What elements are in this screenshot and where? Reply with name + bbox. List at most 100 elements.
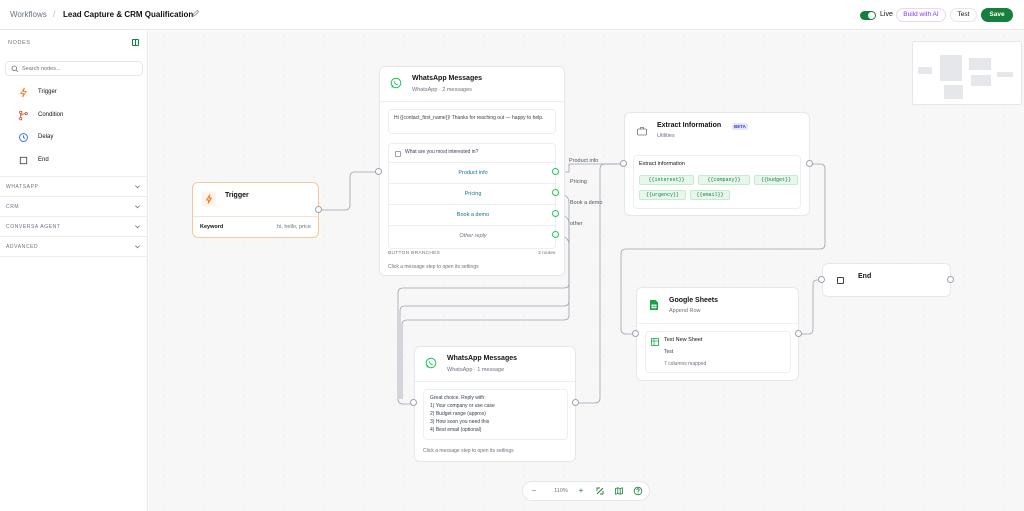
whatsapp2-input-port[interactable] bbox=[410, 399, 417, 406]
build-with-ai-button[interactable]: Build with AI bbox=[896, 8, 946, 22]
section-label: ADVANCED bbox=[6, 244, 39, 250]
option-port-book-demo[interactable] bbox=[552, 210, 559, 217]
chevron-down-icon bbox=[135, 205, 140, 209]
end-output-port[interactable] bbox=[947, 276, 954, 283]
sheets-input-port[interactable] bbox=[632, 330, 639, 337]
whatsapp-icon bbox=[390, 77, 402, 89]
message-step[interactable]: Great choice. Reply with: 1) Your compan… bbox=[423, 389, 568, 440]
live-label: Live bbox=[880, 11, 893, 18]
node-subtitle: Utilities bbox=[657, 133, 675, 139]
help-icon[interactable] bbox=[633, 486, 643, 496]
node-title: End bbox=[858, 273, 872, 280]
zoom-in-button[interactable]: + bbox=[576, 486, 586, 496]
option-pricing[interactable]: Pricing bbox=[389, 183, 557, 204]
workflow-canvas[interactable]: Product info Pricing Book a demo other T… bbox=[149, 31, 1024, 511]
workflow-title[interactable]: Lead Capture & CRM Qualification bbox=[63, 10, 193, 19]
node-title: Extract Information bbox=[657, 122, 722, 129]
extract-step[interactable]: Extract information {{interest}} {{compa… bbox=[633, 155, 801, 209]
save-button[interactable]: Save bbox=[981, 8, 1013, 22]
test-button[interactable]: Test bbox=[950, 8, 977, 22]
edge-label-book-demo: Book a demo bbox=[570, 200, 603, 206]
divider bbox=[415, 381, 575, 382]
live-toggle[interactable] bbox=[860, 11, 876, 20]
end-node[interactable]: End bbox=[822, 263, 951, 297]
top-bar: Workflows / Lead Capture & CRM Qualifica… bbox=[0, 0, 1024, 30]
whatsapp-messages-node[interactable]: WhatsApp Messages WhatsApp · 2 messages … bbox=[379, 66, 565, 276]
sidebar-item-trigger[interactable]: Trigger bbox=[18, 85, 138, 99]
question-step[interactable]: What are you most interested in? Product… bbox=[388, 143, 557, 249]
chip-urgency: {{urgency}} bbox=[639, 190, 686, 200]
node-title: Trigger bbox=[225, 192, 249, 199]
sidebar-item-end[interactable]: End bbox=[18, 153, 138, 167]
node-hint: Click a message step to open its setting… bbox=[423, 448, 514, 454]
option-port-product-info[interactable] bbox=[552, 168, 559, 175]
section-conversa-agent[interactable]: CONVERSA AGENT bbox=[0, 218, 148, 236]
google-sheets-node[interactable]: Google Sheets Append Row Test New Sheet … bbox=[636, 287, 799, 381]
branches-count: 3 routes bbox=[538, 251, 556, 256]
branches-label: BUTTON BRANCHES bbox=[388, 251, 441, 256]
wire-sheets-to-end bbox=[799, 279, 822, 335]
columns-mapped: 7 columns mapped bbox=[664, 361, 707, 367]
minimap-node bbox=[997, 72, 1013, 77]
node-subtitle: WhatsApp · 2 messages bbox=[412, 87, 472, 93]
bolt-icon bbox=[201, 191, 217, 207]
pencil-icon[interactable] bbox=[191, 9, 200, 18]
briefcase-icon bbox=[637, 127, 647, 136]
breadcrumb-workflows[interactable]: Workflows bbox=[10, 10, 47, 19]
divider bbox=[0, 216, 148, 217]
node-subtitle: Append Row bbox=[669, 308, 701, 314]
wire-trigger-to-whatsapp bbox=[319, 171, 379, 211]
sheet-step[interactable]: Test New Sheet Test 7 columns mapped bbox=[645, 331, 791, 373]
node-search-input[interactable]: Search nodes... bbox=[5, 61, 143, 76]
option-product-info[interactable]: Product info bbox=[389, 162, 557, 183]
trigger-node[interactable]: Trigger Keyword hi, hello, price bbox=[192, 182, 319, 238]
message-line: 1) Your company or use case bbox=[430, 403, 495, 409]
node-subtitle: WhatsApp · 1 message bbox=[447, 367, 505, 373]
fit-view-icon[interactable] bbox=[595, 486, 605, 496]
minimap-node bbox=[971, 75, 991, 86]
whatsapp-input-port[interactable] bbox=[375, 168, 382, 175]
option-other-reply[interactable]: Other reply bbox=[389, 225, 557, 246]
trigger-output-port[interactable] bbox=[315, 206, 322, 213]
extract-information-node[interactable]: Extract Information BETA Utilities Extra… bbox=[624, 112, 810, 216]
sidebar-item-delay[interactable]: Delay bbox=[18, 130, 138, 144]
node-hint: Click a message step to open its setting… bbox=[388, 264, 479, 270]
option-port-pricing[interactable] bbox=[552, 189, 559, 196]
end-input-port[interactable] bbox=[818, 276, 825, 283]
whatsapp-messages-node-2[interactable]: WhatsApp Messages WhatsApp · 1 message G… bbox=[414, 346, 576, 462]
edge-label-product-info: Product info bbox=[569, 158, 599, 164]
table-icon bbox=[651, 338, 659, 346]
message-line: 4) Best email (optional) bbox=[430, 427, 482, 433]
sidebar-item-label: Condition bbox=[38, 112, 64, 118]
option-book-demo[interactable]: Book a demo bbox=[389, 204, 557, 225]
extract-output-port[interactable] bbox=[806, 160, 813, 167]
minimap-node bbox=[940, 55, 962, 81]
message-line: 3) How soon you need this bbox=[430, 419, 490, 425]
zoom-out-button[interactable]: − bbox=[529, 486, 539, 496]
sheet-name: Test New Sheet bbox=[664, 337, 703, 343]
sidebar-item-condition[interactable]: Condition bbox=[18, 108, 138, 122]
section-crm[interactable]: CRM bbox=[0, 198, 148, 216]
collapse-sidebar-icon[interactable] bbox=[132, 39, 139, 46]
sheets-output-port[interactable] bbox=[795, 330, 802, 337]
section-whatsapp[interactable]: WHATSAPP bbox=[0, 178, 148, 196]
edge-label-other: other bbox=[570, 221, 583, 227]
chip-company: {{company}} bbox=[698, 175, 750, 185]
search-placeholder: Search nodes... bbox=[22, 66, 61, 72]
divider bbox=[0, 256, 148, 257]
divider bbox=[0, 196, 148, 197]
question-text: What are you most interested in? bbox=[405, 149, 479, 155]
option-port-other[interactable] bbox=[552, 231, 559, 238]
node-title: WhatsApp Messages bbox=[412, 75, 483, 82]
chevron-down-icon bbox=[135, 185, 140, 189]
message-step[interactable]: Hi {{contact_first_name}}! Thanks for re… bbox=[388, 109, 556, 134]
chip-budget: {{budget}} bbox=[754, 175, 798, 185]
section-advanced[interactable]: ADVANCED bbox=[0, 238, 148, 256]
google-sheets-icon bbox=[650, 300, 658, 310]
stop-icon bbox=[19, 156, 28, 165]
extract-input-port[interactable] bbox=[620, 160, 627, 167]
whatsapp2-output-port[interactable] bbox=[572, 399, 579, 406]
map-icon[interactable] bbox=[614, 486, 624, 496]
minimap[interactable] bbox=[912, 41, 1022, 105]
checkbox-icon bbox=[395, 151, 401, 157]
